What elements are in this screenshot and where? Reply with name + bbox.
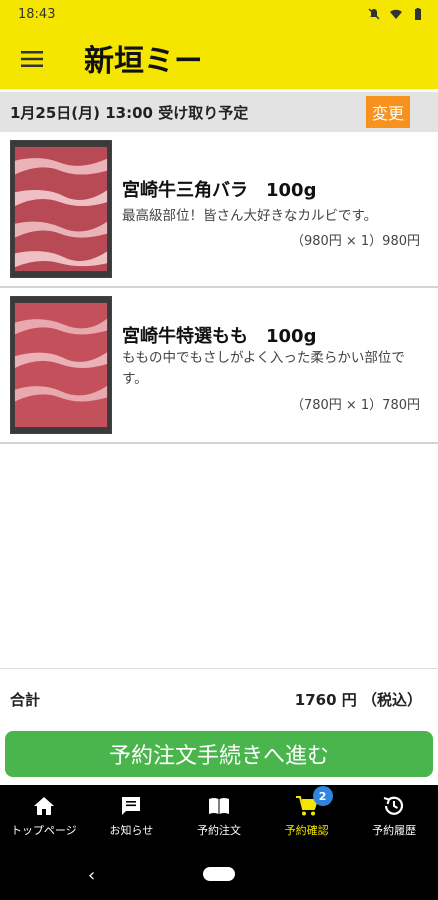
total-row: 合計 1760 円 （税込） <box>0 668 438 730</box>
total-value: 1760 円 （税込） <box>294 691 422 709</box>
status-bar: 18:43 <box>0 0 438 28</box>
nav-label: 予約注文 <box>196 824 241 837</box>
item-price: （780円 × 1）780円 <box>290 398 420 413</box>
proceed-to-checkout-button[interactable]: 予約注文手続きへ進む <box>5 731 433 777</box>
item-title: 宮崎牛特選もも 100g <box>122 326 317 347</box>
pickup-datetime: 1月25日(月) 13:00 受け取り予定 <box>10 103 249 122</box>
item-price: （980円 × 1）980円 <box>290 234 420 249</box>
home-icon <box>32 794 56 818</box>
nav-label: お知らせ <box>109 824 154 837</box>
wifi-icon <box>390 9 402 19</box>
pickup-bar: 1月25日(月) 13:00 受け取り予定 変更 <box>0 92 438 132</box>
menu-button[interactable] <box>0 28 64 89</box>
brand-logo: 新垣ミート <box>64 28 200 89</box>
status-time: 18:43 <box>18 6 56 22</box>
nav-label: 予約確認 <box>284 824 329 837</box>
logo-graphic: 新垣ミート <box>84 44 200 79</box>
cart-count-badge: 2 <box>312 786 333 806</box>
nav-item-reservation-order[interactable]: 予約注文 <box>175 785 263 847</box>
battery-icon <box>415 8 421 20</box>
mute-icon <box>368 8 380 20</box>
nav-label: トップページ <box>10 824 77 837</box>
system-nav-bar: ‹ <box>0 847 438 900</box>
nav-item-top-page[interactable]: トップページ <box>0 785 88 847</box>
home-pill[interactable] <box>203 866 235 881</box>
change-button[interactable]: 変更 <box>366 96 410 128</box>
nav-item-reservation-confirm[interactable]: 2 予約確認 <box>263 785 351 847</box>
nav-item-reservation-history[interactable]: 予約履歴 <box>350 785 438 847</box>
product-image <box>10 296 112 434</box>
item-description: 最高級部位！皆さん大好きなカルビです。 <box>122 208 378 224</box>
item-description: ももの中でもさしがよく入った柔らかい部位です。 <box>122 350 405 387</box>
bottom-nav: トップページ お知らせ 予約注文 2 予約確認 予約履歴 <box>0 785 438 847</box>
cart-icon: 2 <box>295 786 333 818</box>
hamburger-icon <box>21 50 43 67</box>
item-title: 宮崎牛三角バラ 100g <box>122 180 317 201</box>
status-icons <box>368 8 424 20</box>
history-icon <box>382 794 406 818</box>
nav-item-news[interactable]: お知らせ <box>88 785 176 847</box>
product-image <box>10 140 112 278</box>
book-icon <box>207 794 231 818</box>
nav-label: 予約履歴 <box>372 824 417 837</box>
cart-item[interactable]: 宮崎牛三角バラ 100g 最高級部位！皆さん大好きなカルビです。 （980円 ×… <box>0 132 438 288</box>
back-chevron-icon[interactable]: ‹ <box>88 865 95 886</box>
app-bar: 新垣ミート <box>0 28 438 89</box>
logo-text: 新垣ミート <box>84 44 200 79</box>
total-label: 合計 <box>10 691 41 709</box>
message-icon <box>119 794 143 818</box>
cart-item[interactable]: 宮崎牛特選もも 100g ももの中でもさしがよく入った柔らかい部位です。 （78… <box>0 288 438 444</box>
